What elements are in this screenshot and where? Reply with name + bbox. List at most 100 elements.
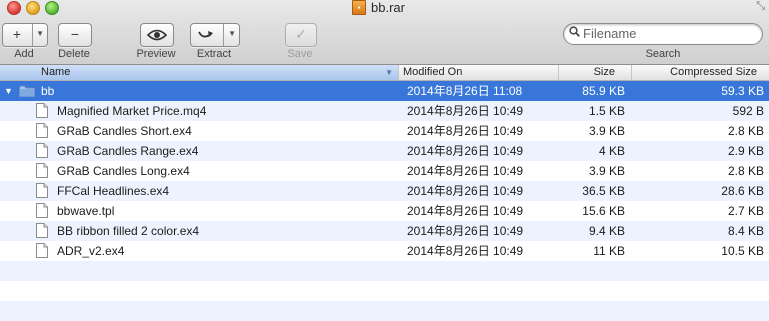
minimize-window-button[interactable] bbox=[26, 1, 40, 15]
add-label: Add bbox=[14, 48, 34, 60]
empty-row bbox=[0, 281, 769, 301]
window-title: ▪ bb.rar bbox=[352, 0, 405, 15]
checkmark-icon: ✓ bbox=[295, 26, 307, 42]
file-size: 9.4 KB bbox=[588, 224, 625, 238]
file-name: GRaB Candles Short.ex4 bbox=[57, 124, 192, 138]
file-row[interactable]: bbwave.tpl 2014年8月26日 10:49 15.6 KB 2.7 KB bbox=[0, 201, 769, 221]
column-header-name[interactable]: Name ▼ bbox=[0, 65, 399, 80]
save-label: Save bbox=[287, 48, 313, 60]
file-row[interactable]: BB ribbon filled 2 color.ex4 2014年8月26日 1… bbox=[0, 221, 769, 241]
file-name: BB ribbon filled 2 color.ex4 bbox=[57, 224, 200, 238]
document-icon bbox=[36, 223, 48, 238]
file-modified: 2014年8月26日 10:49 bbox=[407, 224, 524, 238]
file-modified: 2014年8月26日 10:49 bbox=[407, 104, 524, 118]
column-header-modified[interactable]: Modified On bbox=[399, 65, 559, 80]
file-compressed-size: 8.4 KB bbox=[727, 224, 764, 238]
file-compressed-size: 592 B bbox=[732, 104, 764, 118]
folder-modified: 2014年8月26日 11:08 bbox=[407, 84, 523, 98]
file-name: GRaB Candles Long.ex4 bbox=[57, 164, 190, 178]
file-size: 36.5 KB bbox=[582, 184, 625, 198]
search-input[interactable] bbox=[583, 25, 753, 41]
document-icon bbox=[36, 163, 48, 178]
search-label: Search bbox=[645, 48, 681, 60]
extract-arrow-icon bbox=[198, 31, 213, 38]
file-size: 3.9 KB bbox=[588, 124, 625, 138]
file-name: Magnified Market Price.mq4 bbox=[57, 104, 207, 118]
file-compressed-size: 2.8 KB bbox=[727, 124, 764, 138]
fullscreen-icon[interactable]: ⤡ bbox=[756, 0, 765, 13]
empty-row bbox=[0, 301, 769, 321]
document-icon bbox=[36, 123, 48, 138]
chevron-down-icon[interactable]: ▼ bbox=[228, 29, 236, 38]
plus-icon: + bbox=[12, 26, 22, 42]
minus-icon: − bbox=[70, 26, 80, 42]
delete-button[interactable]: − bbox=[58, 23, 92, 47]
document-icon bbox=[36, 143, 48, 158]
file-size: 4 KB bbox=[598, 144, 625, 158]
column-header-size[interactable]: Size bbox=[559, 65, 632, 80]
file-compressed-size: 2.8 KB bbox=[727, 164, 764, 178]
close-window-button[interactable] bbox=[7, 1, 21, 15]
disclosure-triangle-icon[interactable]: ▼ bbox=[4, 81, 13, 101]
file-name: FFCal Headlines.ex4 bbox=[57, 184, 170, 198]
file-modified: 2014年8月26日 10:49 bbox=[407, 144, 524, 158]
split-divider bbox=[223, 24, 224, 46]
file-row[interactable]: GRaB Candles Long.ex4 2014年8月26日 10:49 3.9… bbox=[0, 161, 769, 181]
folder-compressed-size: 59.3 KB bbox=[721, 84, 764, 98]
file-size: 1.5 KB bbox=[588, 104, 625, 118]
file-row[interactable]: GRaB Candles Range.ex4 2014年8月26日 10:49 4 … bbox=[0, 141, 769, 161]
file-name: ADR_v2.ex4 bbox=[57, 244, 125, 258]
column-header-name-label: Name bbox=[41, 66, 71, 78]
chevron-down-icon[interactable]: ▼ bbox=[36, 29, 44, 38]
empty-row bbox=[0, 261, 769, 281]
folder-size: 85.9 KB bbox=[582, 84, 625, 98]
add-button[interactable]: + ▼ bbox=[2, 23, 48, 47]
folder-icon bbox=[19, 85, 35, 97]
file-modified: 2014年8月26日 10:49 bbox=[407, 164, 524, 178]
eye-icon bbox=[147, 29, 167, 41]
column-header-bar: Name ▼ Modified On Size Compressed Size bbox=[0, 65, 769, 81]
column-header-size-label: Size bbox=[593, 66, 615, 78]
document-icon bbox=[36, 243, 48, 258]
save-button[interactable]: ✓ bbox=[285, 23, 317, 47]
split-divider bbox=[32, 24, 33, 46]
search-field[interactable] bbox=[563, 23, 763, 45]
preview-button[interactable] bbox=[140, 23, 174, 47]
zoom-window-button[interactable] bbox=[45, 1, 59, 15]
file-list: ▼ bb 2014年8月26日 11:08 85.9 KB 59.3 KB Ma… bbox=[0, 81, 769, 321]
toolbar: ▪ bb.rar ⤡ + ▼ Add − Delete Preview ▼ Ex… bbox=[0, 0, 769, 65]
column-header-compressed[interactable]: Compressed Size bbox=[632, 65, 769, 80]
document-icon bbox=[36, 203, 48, 218]
search-icon bbox=[569, 26, 580, 37]
file-compressed-size: 2.7 KB bbox=[727, 204, 764, 218]
file-name: GRaB Candles Range.ex4 bbox=[57, 144, 199, 158]
column-header-modified-label: Modified On bbox=[403, 66, 463, 78]
extract-button[interactable]: ▼ bbox=[190, 23, 240, 47]
folder-row[interactable]: ▼ bb 2014年8月26日 11:08 85.9 KB 59.3 KB bbox=[0, 81, 769, 101]
file-compressed-size: 28.6 KB bbox=[721, 184, 764, 198]
delete-label: Delete bbox=[58, 48, 90, 60]
preview-label: Preview bbox=[136, 48, 176, 60]
document-icon bbox=[36, 183, 48, 198]
file-size: 15.6 KB bbox=[582, 204, 625, 218]
rar-archive-icon: ▪ bbox=[352, 0, 366, 15]
file-compressed-size: 10.5 KB bbox=[721, 244, 764, 258]
file-modified: 2014年8月26日 10:49 bbox=[407, 244, 524, 258]
file-size: 11 KB bbox=[593, 244, 625, 258]
window-title-text: bb.rar bbox=[371, 0, 405, 15]
file-modified: 2014年8月26日 10:49 bbox=[407, 204, 524, 218]
file-modified: 2014年8月26日 10:49 bbox=[407, 124, 524, 138]
file-compressed-size: 2.9 KB bbox=[727, 144, 764, 158]
file-modified: 2014年8月26日 10:49 bbox=[407, 184, 524, 198]
document-icon bbox=[36, 103, 48, 118]
folder-name: bb bbox=[41, 84, 55, 98]
file-size: 3.9 KB bbox=[588, 164, 625, 178]
file-name: bbwave.tpl bbox=[57, 204, 115, 218]
file-row[interactable]: ADR_v2.ex4 2014年8月26日 10:49 11 KB 10.5 KB bbox=[0, 241, 769, 261]
file-row[interactable]: GRaB Candles Short.ex4 2014年8月26日 10:49 3.… bbox=[0, 121, 769, 141]
sort-descending-icon: ▼ bbox=[385, 68, 393, 77]
file-row[interactable]: Magnified Market Price.mq4 2014年8月26日 10:… bbox=[0, 101, 769, 121]
column-header-compressed-label: Compressed Size bbox=[670, 66, 757, 78]
file-row[interactable]: FFCal Headlines.ex4 2014年8月26日 10:49 36.5 … bbox=[0, 181, 769, 201]
extract-label: Extract bbox=[196, 48, 232, 60]
